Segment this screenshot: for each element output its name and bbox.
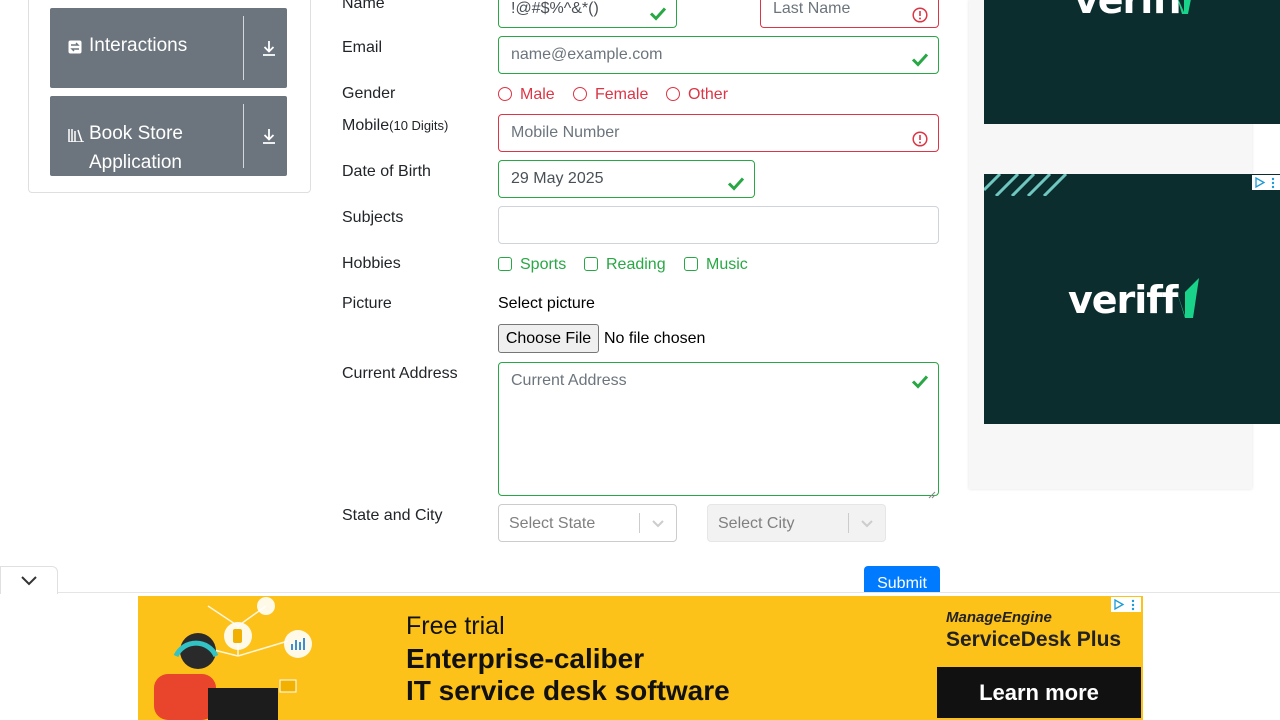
hobbies-label: Hobbies xyxy=(342,255,401,272)
mobile-field[interactable]: Mobile Number xyxy=(498,114,939,152)
collapse-ad-tab[interactable] xyxy=(0,566,58,594)
picture-label: Picture xyxy=(342,295,392,312)
gender-label: Gender xyxy=(342,85,396,102)
current-address-placeholder: Current Address xyxy=(511,372,627,389)
veriff-leaf-icon xyxy=(1174,0,1194,14)
email-placeholder: name@example.com xyxy=(511,46,663,63)
current-address-label: Current Address xyxy=(342,365,458,382)
learn-more-button[interactable]: Learn more xyxy=(937,667,1141,718)
divider xyxy=(243,16,244,80)
chevron-down-icon[interactable] xyxy=(20,574,38,588)
veriff-leaf-icon xyxy=(1174,278,1200,318)
sidebar-group-label: Interactions xyxy=(89,35,188,56)
city-select[interactable]: Select City xyxy=(707,504,886,542)
sidebar-group-label-line2: Application xyxy=(89,152,182,173)
mobile-label: Mobile(10 Digits) xyxy=(342,116,448,136)
last-name-field[interactable]: Last Name xyxy=(760,0,939,28)
gender-other-radio[interactable]: Other xyxy=(666,86,728,104)
name-label: Name xyxy=(342,0,385,12)
sidebar-group-interactions[interactable]: Interactions xyxy=(50,8,287,88)
first-name-field[interactable]: !@#$%^&*() xyxy=(498,0,677,28)
download-icon[interactable] xyxy=(260,127,278,145)
dob-field[interactable]: 29 May 2025 xyxy=(498,160,755,198)
picture-caption: Select picture xyxy=(498,295,595,312)
sidebar-group-label-line1: Book Store xyxy=(89,123,183,144)
check-icon xyxy=(649,0,667,21)
ad-choices-icon[interactable] xyxy=(1252,175,1280,190)
choose-file-button[interactable]: Choose File xyxy=(498,324,599,353)
checkbox-box[interactable] xyxy=(584,257,598,271)
stripes-graphic xyxy=(982,172,1076,198)
radio-label: Male xyxy=(520,86,555,103)
first-name-value: !@#$%^&*() xyxy=(511,0,599,17)
state-select[interactable]: Select State xyxy=(498,504,677,542)
divider xyxy=(848,513,849,533)
mobile-label-text: Mobile xyxy=(342,117,390,134)
resize-handle-icon[interactable] xyxy=(928,485,936,499)
checkbox-label: Sports xyxy=(520,256,567,273)
email-field[interactable]: name@example.com xyxy=(498,36,939,74)
swap-icon xyxy=(68,40,82,54)
veriff-ad[interactable]: veriff xyxy=(982,172,1280,424)
banner-product: ServiceDesk Plus xyxy=(946,628,1122,651)
email-label: Email xyxy=(342,39,383,56)
hobby-sports-checkbox[interactable]: Sports xyxy=(498,256,566,274)
chevron-down-icon[interactable] xyxy=(859,515,875,531)
checkbox-box[interactable] xyxy=(684,257,698,271)
checkbox-label: Music xyxy=(706,256,748,273)
sidebar-group-book-store[interactable]: Book Store Application xyxy=(50,96,287,176)
veriff-logo-text: veriff xyxy=(1074,0,1184,22)
check-icon xyxy=(727,170,745,191)
gender-female-radio[interactable]: Female xyxy=(573,86,648,104)
error-icon xyxy=(912,125,928,147)
radio-circle[interactable] xyxy=(666,87,680,101)
divider xyxy=(243,104,244,168)
illustration-graphic xyxy=(138,596,328,720)
subjects-field[interactable] xyxy=(498,206,939,244)
city-placeholder: Select City xyxy=(718,515,795,532)
subjects-label: Subjects xyxy=(342,209,404,226)
current-address-textarea[interactable]: Current Address xyxy=(498,362,939,499)
mobile-hint: (10 Digits) xyxy=(389,118,449,133)
checkbox-box[interactable] xyxy=(498,257,512,271)
download-icon[interactable] xyxy=(260,39,278,57)
check-icon xyxy=(911,46,929,67)
banner-line1: Free trial xyxy=(406,612,505,640)
servicedesk-banner-ad[interactable]: Free trial Enterprise-caliber IT service… xyxy=(138,596,1143,720)
gender-male-radio[interactable]: Male xyxy=(498,86,555,104)
checkbox-label: Reading xyxy=(606,256,666,273)
error-icon xyxy=(912,1,928,23)
hobby-reading-checkbox[interactable]: Reading xyxy=(584,256,666,274)
veriff-ad-top[interactable]: veriff xyxy=(984,0,1280,124)
mobile-placeholder: Mobile Number xyxy=(511,124,620,141)
last-name-placeholder: Last Name xyxy=(773,0,851,17)
banner-line3: IT service desk software xyxy=(406,675,730,706)
dob-label: Date of Birth xyxy=(342,163,431,180)
books-icon xyxy=(68,128,86,143)
state-placeholder: Select State xyxy=(509,515,596,532)
radio-circle[interactable] xyxy=(573,87,587,101)
hobby-music-checkbox[interactable]: Music xyxy=(684,256,748,274)
file-status: No file chosen xyxy=(604,330,706,347)
radio-circle[interactable] xyxy=(498,87,512,101)
chevron-down-icon[interactable] xyxy=(650,515,666,531)
banner-line2: Enterprise-caliber xyxy=(406,643,645,674)
veriff-logo-text: veriff xyxy=(1068,278,1178,322)
ad-choices-icon[interactable] xyxy=(1111,597,1141,612)
dob-value: 29 May 2025 xyxy=(511,170,604,187)
state-city-label: State and City xyxy=(342,507,443,524)
divider xyxy=(639,513,640,533)
radio-label: Female xyxy=(595,86,649,103)
banner-brand: ManageEngine xyxy=(946,609,1052,626)
radio-label: Other xyxy=(688,86,729,103)
check-icon xyxy=(911,372,929,390)
